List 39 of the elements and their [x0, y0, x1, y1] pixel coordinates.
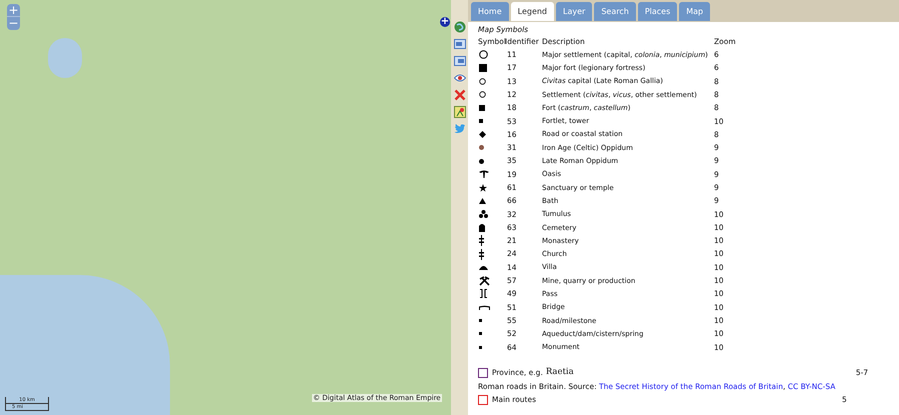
- globe-icon[interactable]: [454, 21, 466, 33]
- province-swatch: [478, 368, 488, 378]
- route-swatch: [478, 394, 488, 405]
- map-pin-icon[interactable]: [454, 106, 466, 118]
- diamond-symbol-icon: [479, 130, 486, 138]
- lake-area: [48, 38, 82, 78]
- bridge-icon: [479, 304, 490, 310]
- crossed-hammers-icon: [479, 276, 490, 286]
- dot-symbol-icon: [479, 332, 482, 336]
- three-mounds-icon: [479, 210, 488, 218]
- cross-icon: [479, 248, 484, 260]
- province-example: Raetia: [546, 366, 575, 380]
- zoom-in-button[interactable]: +: [7, 4, 20, 17]
- dome-icon: [479, 264, 488, 270]
- window-icon[interactable]: [454, 38, 466, 50]
- bird-icon[interactable]: [454, 123, 466, 135]
- dot-symbol-icon: [479, 346, 482, 349]
- window-icon[interactable]: [454, 55, 466, 67]
- eye-icon[interactable]: [454, 72, 466, 84]
- tab[interactable]: Home: [471, 2, 509, 21]
- square-symbol-icon: [479, 64, 487, 72]
- tab[interactable]: Layer: [556, 2, 592, 21]
- tab[interactable]: Map: [679, 2, 710, 21]
- star-icon: [479, 184, 487, 192]
- cross-icon: [479, 235, 484, 246]
- zoom-out-button[interactable]: −: [7, 17, 20, 30]
- triangle-icon: [479, 198, 486, 204]
- square-symbol-icon: [479, 104, 485, 111]
- square-symbol-icon: [479, 119, 483, 124]
- tab[interactable]: Search: [594, 2, 636, 21]
- expand-button[interactable]: +: [440, 17, 450, 27]
- close-icon[interactable]: [454, 89, 466, 101]
- circle-symbol-icon: [479, 50, 488, 60]
- palm-tree-icon: [479, 170, 489, 178]
- pass-brackets-icon: [479, 289, 488, 298]
- dot-symbol-icon: [479, 319, 482, 322]
- tab[interactable]: Legend: [510, 2, 554, 21]
- tombstone-icon: [479, 223, 485, 232]
- tab[interactable]: Places: [638, 2, 678, 21]
